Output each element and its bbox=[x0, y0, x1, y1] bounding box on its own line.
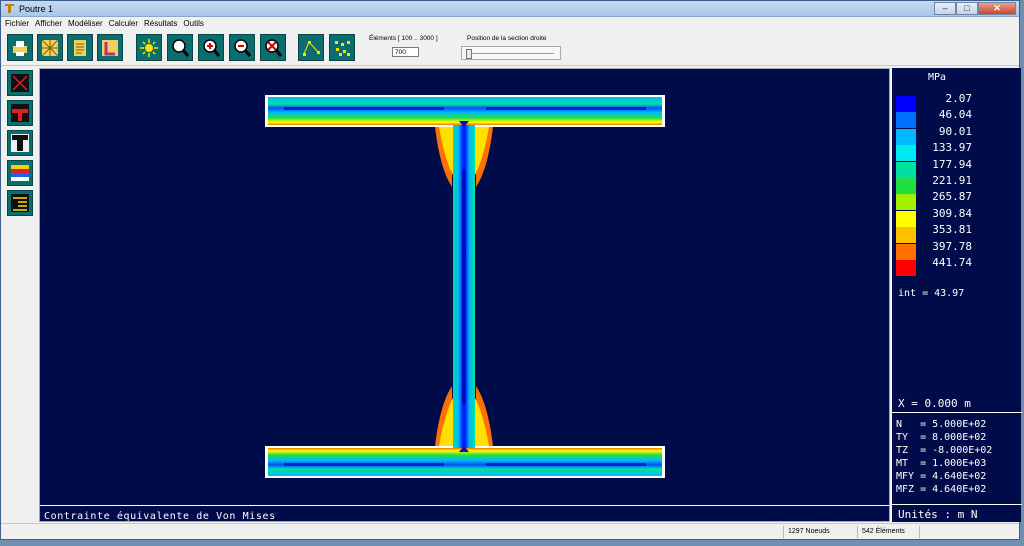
legend-level: 265.87 bbox=[932, 190, 972, 204]
close-button[interactable]: ✕ bbox=[978, 2, 1016, 15]
plot-caption: Contrainte équivalente de Von Mises bbox=[44, 510, 276, 522]
legend-level: 441.74 bbox=[932, 256, 972, 269]
plot-caption-divider bbox=[40, 505, 889, 506]
color-map-tool-icon bbox=[11, 165, 29, 181]
print-icon bbox=[13, 40, 27, 56]
legend-level: 2.07 bbox=[945, 92, 973, 105]
contour-tool-icon bbox=[11, 74, 29, 92]
legend-level: 221.91 bbox=[932, 174, 972, 187]
legend-swatch bbox=[896, 96, 916, 112]
menu-modeliser[interactable]: Modéliser bbox=[68, 19, 103, 28]
zoom-icon bbox=[172, 38, 190, 57]
menu-bar: Fichier Afficher Modéliser Calculer Résu… bbox=[1, 17, 1019, 30]
section-x-position: X = 0.000 m bbox=[898, 397, 971, 410]
zoom-out-button[interactable] bbox=[229, 34, 255, 61]
legend-swatch bbox=[896, 194, 916, 211]
status-bar: 1297 Noeuds 542 Éléments bbox=[1, 523, 1019, 539]
legend-swatch bbox=[896, 243, 916, 260]
moment-mfz: MFZ = 4.640E+02 bbox=[896, 484, 987, 495]
t-section-tool-button[interactable] bbox=[7, 130, 33, 156]
section-position-slider[interactable] bbox=[461, 46, 561, 60]
menu-resultats[interactable]: Résultats bbox=[144, 19, 177, 28]
legend-swatch bbox=[896, 145, 916, 162]
stress-plot-canvas[interactable]: Contrainte équivalente de Von Mises bbox=[39, 68, 890, 522]
legend-level: 177.94 bbox=[932, 157, 972, 171]
section-button[interactable] bbox=[97, 34, 123, 61]
legend-swatch bbox=[896, 210, 916, 227]
bottom-flange bbox=[268, 448, 662, 476]
slider-thumb[interactable] bbox=[466, 49, 472, 59]
top-flange bbox=[268, 97, 662, 125]
zoom-out-icon bbox=[234, 38, 252, 57]
flange-tool-icon bbox=[11, 104, 29, 122]
section-position-label: Position de la section droite bbox=[467, 35, 547, 42]
nodes-icon bbox=[335, 40, 350, 56]
light-icon bbox=[140, 38, 158, 57]
zoom-in-button[interactable] bbox=[198, 34, 224, 61]
legend-swatch bbox=[896, 161, 916, 178]
force-tz: TZ = -8.000E+02 bbox=[896, 445, 993, 456]
zoom-cancel-icon bbox=[265, 38, 283, 57]
forces-separator bbox=[892, 412, 1022, 413]
zoom-button[interactable] bbox=[167, 34, 193, 61]
hatch-tool-button[interactable] bbox=[7, 190, 33, 216]
maximize-button[interactable]: □ bbox=[956, 2, 978, 15]
legend-panel: MPa 2.07 46.04 90.01 133.97 177.94 221.91 265.… bbox=[891, 68, 1022, 522]
menu-outils[interactable]: Outils bbox=[183, 19, 203, 28]
moment-mt: MT = 1.000E+03 bbox=[896, 458, 987, 469]
left-toolbar bbox=[3, 68, 37, 522]
flange-tool-button[interactable] bbox=[7, 100, 33, 126]
mesh-button[interactable] bbox=[37, 34, 63, 61]
toolbar: Éléments [ 100 .. 3000 ] 700 Position de… bbox=[1, 30, 1019, 66]
print-button[interactable] bbox=[7, 34, 33, 61]
moment-mfy: MFY = 4.640E+02 bbox=[896, 471, 987, 482]
legend-swatch bbox=[896, 178, 916, 194]
legend-swatch bbox=[896, 260, 916, 276]
legend-level: 353.81 bbox=[932, 223, 972, 237]
app-icon bbox=[4, 3, 15, 14]
status-empty bbox=[919, 526, 1019, 538]
slider-track bbox=[468, 53, 554, 55]
force-n: N = 5.000E+02 bbox=[896, 419, 987, 430]
window-title: Poutre 1 bbox=[19, 3, 54, 14]
legend-level: 90.01 bbox=[938, 124, 972, 138]
zoom-cancel-button[interactable] bbox=[260, 34, 286, 61]
notes-icon bbox=[74, 39, 86, 56]
legend-level: 46.04 bbox=[938, 108, 972, 122]
legend-level: 397.78 bbox=[932, 239, 972, 253]
nodes-button[interactable] bbox=[329, 34, 355, 61]
legend-interval: int = 43.97 bbox=[898, 288, 965, 299]
legend-swatch bbox=[896, 227, 916, 244]
minimize-button[interactable]: – bbox=[934, 2, 956, 15]
status-elements: 542 Éléments bbox=[857, 526, 917, 538]
force-ty: TY = 8.000E+02 bbox=[896, 432, 987, 443]
mesh-icon bbox=[41, 39, 59, 56]
menu-fichier[interactable]: Fichier bbox=[5, 19, 29, 28]
polyline-icon bbox=[303, 40, 320, 56]
notes-button[interactable] bbox=[67, 34, 93, 61]
contour-tool-button[interactable] bbox=[7, 70, 33, 96]
legend-swatch bbox=[896, 112, 916, 129]
color-map-tool-button[interactable] bbox=[7, 160, 33, 186]
units-label: Unités : m N bbox=[898, 508, 978, 521]
zoom-in-icon bbox=[203, 38, 221, 57]
polyline-button[interactable] bbox=[298, 34, 324, 61]
i-beam-section-plot: Contrainte équivalente de Von Mises bbox=[44, 95, 665, 522]
elements-label: Éléments [ 100 .. 3000 ] bbox=[369, 35, 438, 42]
menu-afficher[interactable]: Afficher bbox=[35, 19, 62, 28]
section-icon bbox=[102, 39, 118, 56]
menu-calculer[interactable]: Calculer bbox=[109, 19, 138, 28]
units-separator bbox=[892, 504, 1022, 505]
elements-input[interactable]: 700 bbox=[392, 47, 419, 57]
legend-swatch bbox=[896, 128, 916, 145]
legend-level: 133.97 bbox=[932, 141, 972, 155]
light-button[interactable] bbox=[136, 34, 162, 61]
app-window: Poutre 1 – □ ✕ Fichier Afficher Modélise… bbox=[0, 0, 1022, 540]
status-nodes: 1297 Noeuds bbox=[783, 526, 855, 538]
title-bar: Poutre 1 – □ ✕ bbox=[1, 1, 1019, 17]
hatch-tool-icon bbox=[11, 194, 29, 212]
legend-level: 309.84 bbox=[932, 206, 972, 220]
t-section-tool-icon bbox=[11, 134, 29, 152]
legend-unit: MPa bbox=[928, 72, 947, 83]
